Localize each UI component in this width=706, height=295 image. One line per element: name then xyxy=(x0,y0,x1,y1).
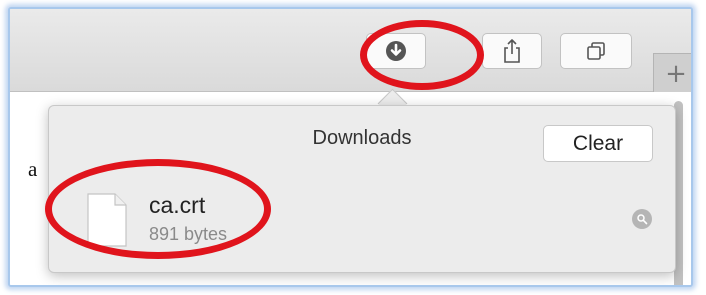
highlight-ring-download-button xyxy=(360,20,484,90)
new-tab-button[interactable]: + xyxy=(653,53,691,94)
share-button[interactable] xyxy=(482,33,542,69)
magnifier-glyph xyxy=(637,214,648,225)
clear-button[interactable]: Clear xyxy=(543,125,653,162)
highlight-ring-download-item xyxy=(45,159,271,259)
magnifier-icon[interactable] xyxy=(632,209,652,229)
tabs-overview-button[interactable] xyxy=(560,33,632,69)
new-tab-label: + xyxy=(665,59,687,89)
tabs-overview-icon xyxy=(587,42,605,60)
page-text: a xyxy=(28,157,38,181)
toolbar: + xyxy=(10,9,691,94)
share-icon xyxy=(504,39,520,63)
